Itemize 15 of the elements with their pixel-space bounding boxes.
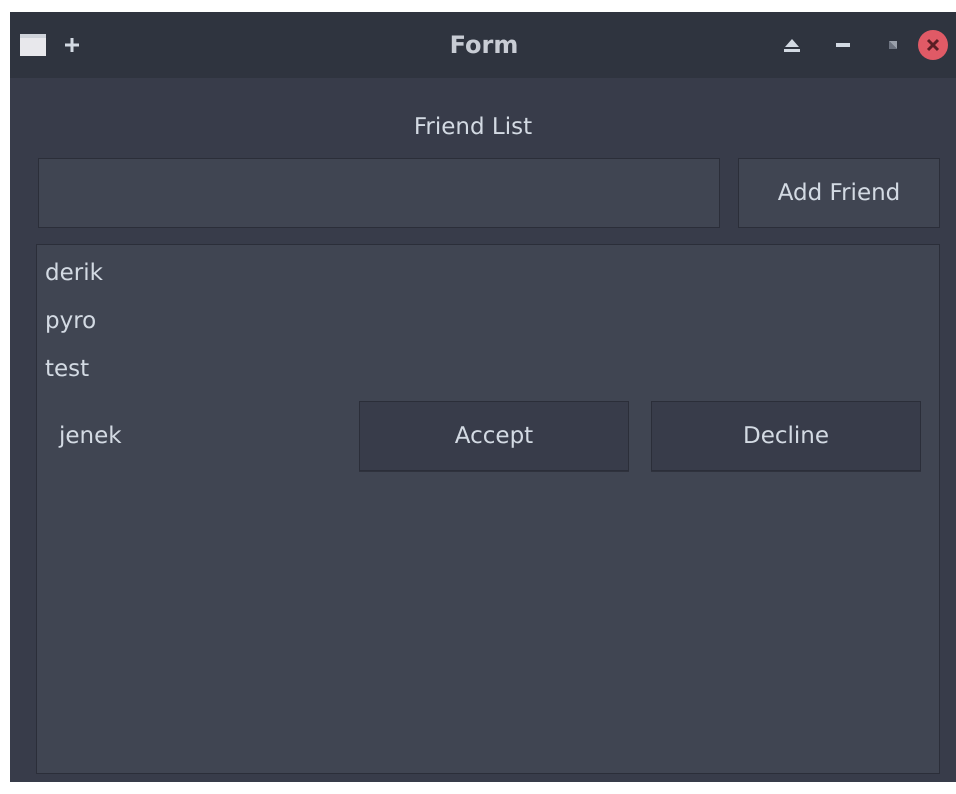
request-name: jenek bbox=[59, 423, 123, 449]
eject-icon[interactable] bbox=[784, 38, 800, 52]
friend-item[interactable]: test bbox=[45, 345, 931, 393]
friend-item[interactable]: pyro bbox=[45, 297, 931, 345]
restore-icon[interactable] bbox=[886, 38, 900, 52]
add-friend-button[interactable]: Add Friend bbox=[738, 158, 940, 228]
accept-button[interactable]: Accept bbox=[359, 401, 629, 471]
friend-item[interactable]: derik bbox=[45, 249, 931, 297]
window-icon bbox=[20, 34, 46, 56]
close-icon[interactable] bbox=[918, 30, 948, 60]
window-title: Form bbox=[448, 31, 520, 59]
decline-button[interactable]: Decline bbox=[651, 401, 921, 471]
friend-list-heading: Friend List bbox=[414, 113, 532, 138]
friend-name-field[interactable] bbox=[38, 158, 720, 228]
add-icon[interactable] bbox=[64, 37, 80, 53]
